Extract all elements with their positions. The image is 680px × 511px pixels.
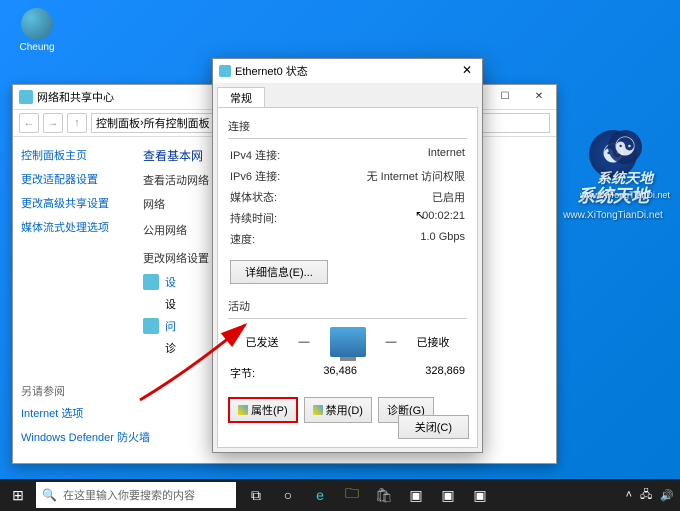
taskbar-explorer[interactable]: 🗀 xyxy=(336,479,368,511)
sidebar-home-link[interactable]: 控制面板主页 xyxy=(21,147,125,163)
bytes-sent: 36,486 xyxy=(323,365,357,381)
close-button[interactable]: 关闭(C) xyxy=(398,415,469,439)
duration-label: 持续时间: xyxy=(230,210,277,226)
computer-icon xyxy=(330,327,366,357)
sidebar-link-adapter[interactable]: 更改适配器设置 xyxy=(21,171,125,187)
divider xyxy=(228,318,467,319)
properties-button[interactable]: 属性(P) xyxy=(228,397,298,423)
activity-graphic: 已发送 — — 已接收 xyxy=(228,327,467,357)
duration-value: 00:02:21 xyxy=(422,210,465,226)
recv-label: 已接收 xyxy=(417,334,450,350)
taskbar: ⊞ 🔍 在这里输入你要搜索的内容 ⧉ ○ e 🗀 🛍 ▣ ▣ ▣ ˄ 🖧 🔊 xyxy=(0,479,680,511)
sent-label: 已发送 xyxy=(246,334,279,350)
maximize-button[interactable]: ☐ xyxy=(488,85,522,107)
troubleshoot-icon xyxy=(143,318,159,334)
window-title: 网络和共享中心 xyxy=(37,89,114,105)
sidebar-link-firewall[interactable]: Windows Defender 防火墙 xyxy=(21,429,150,445)
bytes-recv: 328,869 xyxy=(425,365,465,381)
sidebar-link-sharing[interactable]: 更改高级共享设置 xyxy=(21,195,125,211)
sidebar-see-also: 另请参阅 xyxy=(21,383,150,399)
watermark-logo xyxy=(608,130,642,164)
taskbar-edge[interactable]: e xyxy=(304,479,336,511)
ipv4-value: Internet xyxy=(428,147,465,163)
divider xyxy=(228,138,467,139)
ipv6-label: IPv6 连接: xyxy=(230,168,280,184)
taskbar-app[interactable]: ▣ xyxy=(400,479,432,511)
tray-volume-icon[interactable]: 🔊 xyxy=(660,489,674,502)
sidebar-link-internet-options[interactable]: Internet 选项 xyxy=(21,405,150,421)
task-view-button[interactable]: ⧉ xyxy=(240,479,272,511)
shield-icon xyxy=(238,405,248,415)
search-icon: 🔍 xyxy=(42,488,57,502)
dialog-close-button[interactable]: ✕ xyxy=(452,59,482,81)
search-box[interactable]: 🔍 在这里输入你要搜索的内容 xyxy=(36,482,236,508)
ipv6-value: 无 Internet 访问权限 xyxy=(367,168,465,184)
breadcrumb-part[interactable]: 控制面板 xyxy=(96,115,140,131)
watermark-bottom: 系统天地 www.XiTongTianDi.net xyxy=(580,130,670,473)
dialog-body: 连接 IPv4 连接: Internet IPv6 连接: 无 Internet 访… xyxy=(217,107,478,448)
taskbar-store[interactable]: 🛍 xyxy=(368,479,400,511)
taskbar-app[interactable]: ▣ xyxy=(432,479,464,511)
back-button[interactable]: ← xyxy=(19,113,39,133)
speed-value: 1.0 Gbps xyxy=(420,231,465,247)
watermark-url: www.XiTongTianDi.net xyxy=(580,190,670,200)
dialog-ethernet-status: Ethernet0 状态 ✕ 常规 连接 IPv4 连接: Internet IP… xyxy=(212,58,483,453)
up-button[interactable]: ↑ xyxy=(67,113,87,133)
group-connection-label: 连接 xyxy=(228,118,467,134)
tab-strip: 常规 xyxy=(213,83,482,107)
watermark-text: 系统天地 xyxy=(580,168,670,188)
dialog-title-bar[interactable]: Ethernet0 状态 ✕ xyxy=(213,59,482,83)
network-icon xyxy=(19,90,33,104)
tab-general[interactable]: 常规 xyxy=(217,87,265,107)
media-label: 媒体状态: xyxy=(230,189,277,205)
breadcrumb-part[interactable]: 所有控制面板 xyxy=(144,115,210,131)
shield-icon xyxy=(313,405,323,415)
search-placeholder: 在这里输入你要搜索的内容 xyxy=(63,487,195,503)
details-button[interactable]: 详细信息(E)... xyxy=(230,260,328,284)
desktop-icon-user[interactable]: Cheung xyxy=(12,8,62,53)
disable-button[interactable]: 禁用(D) xyxy=(304,397,372,423)
desktop-icon-label: Cheung xyxy=(12,42,62,53)
media-value: 已启用 xyxy=(432,189,465,205)
ipv4-label: IPv4 连接: xyxy=(230,147,280,163)
system-tray[interactable]: ˄ 🖧 🔊 xyxy=(626,486,680,505)
tray-chevron-icon[interactable]: ˄ xyxy=(626,489,632,501)
user-icon xyxy=(21,8,53,40)
speed-label: 速度: xyxy=(230,231,255,247)
dialog-title-text: Ethernet0 状态 xyxy=(235,63,308,79)
close-button[interactable]: ✕ xyxy=(522,85,556,107)
network-name-label: 网络 xyxy=(143,196,193,212)
taskbar-app[interactable]: ▣ xyxy=(464,479,496,511)
ethernet-icon xyxy=(219,65,231,77)
bytes-label: 字节: xyxy=(230,365,255,381)
group-activity-label: 活动 xyxy=(228,298,467,314)
sidebar-link-media[interactable]: 媒体流式处理选项 xyxy=(21,219,125,235)
setup-icon xyxy=(143,274,159,290)
sidebar: 控制面板主页 更改适配器设置 更改高级共享设置 媒体流式处理选项 另请参阅 In… xyxy=(13,137,133,463)
taskbar-cortana[interactable]: ○ xyxy=(272,479,304,511)
start-button[interactable]: ⊞ xyxy=(0,479,36,511)
forward-button[interactable]: → xyxy=(43,113,63,133)
network-type: 公用网络 xyxy=(143,222,193,238)
tray-network-icon[interactable]: 🖧 xyxy=(640,486,652,505)
